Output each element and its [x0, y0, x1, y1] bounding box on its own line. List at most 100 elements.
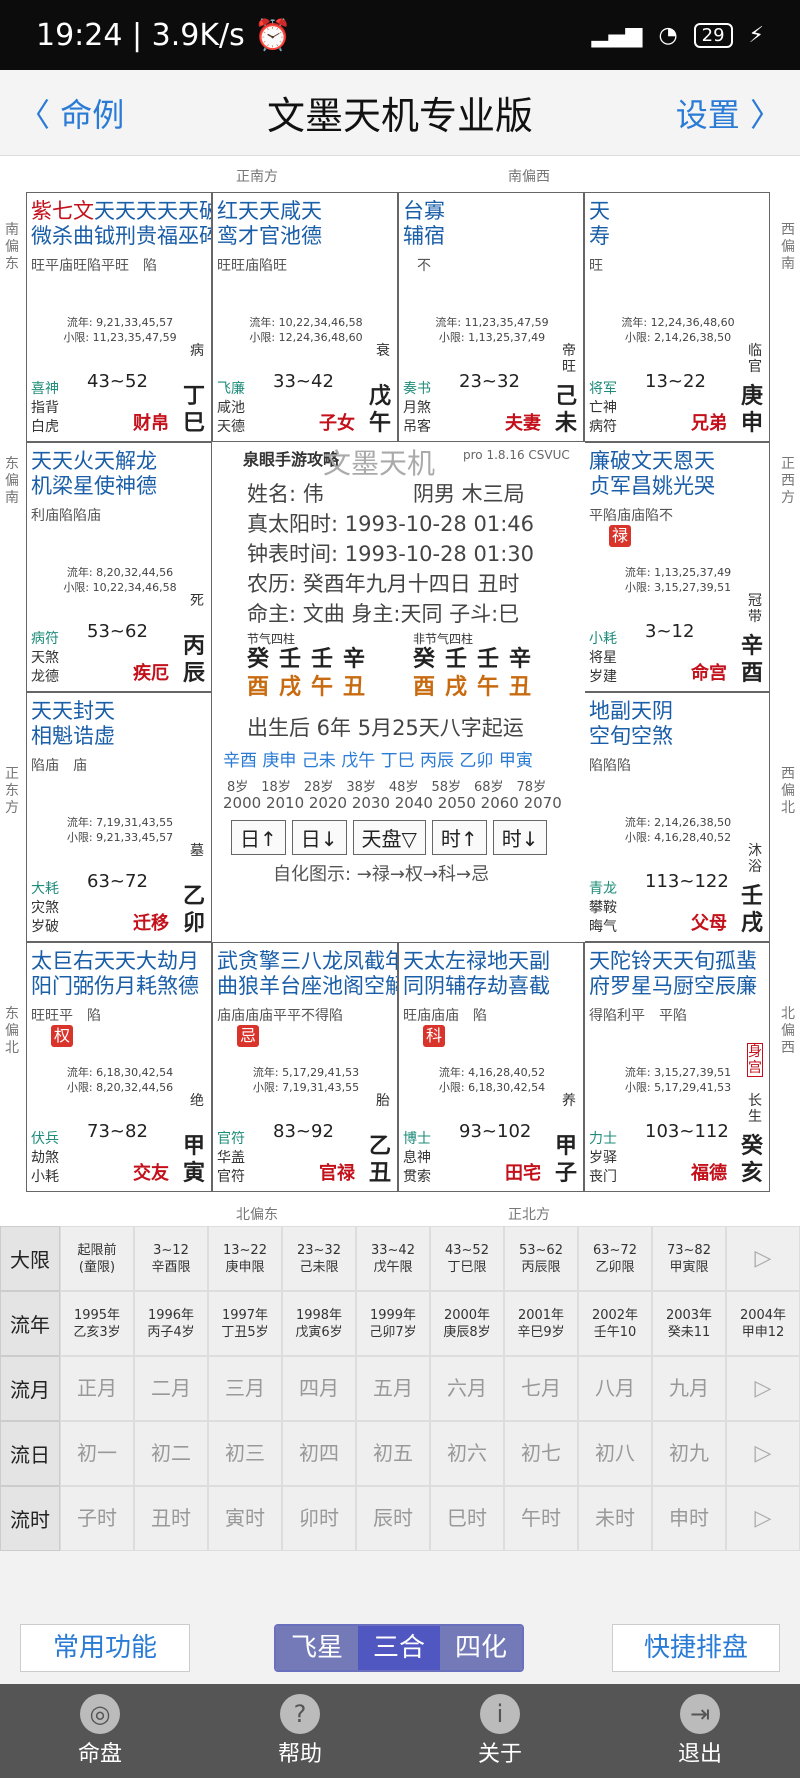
direction-label: 正北方 — [508, 1207, 550, 1223]
hour-down-button[interactable]: 时↓ — [492, 820, 548, 855]
period-row-header: 流时 — [0, 1486, 60, 1551]
period-cell[interactable]: 3~12 辛酉限 — [134, 1226, 208, 1291]
period-cell[interactable]: 43~52 丁巳限 — [430, 1226, 504, 1291]
period-cell[interactable]: 正月 — [60, 1356, 134, 1421]
period-cell[interactable]: 初六 — [430, 1421, 504, 1486]
palace-cell[interactable]: 天天火天解龙 机梁星使神德 利庙陷陷庙 流年: 8,20,32,44,56 小限: 10… — [26, 442, 212, 692]
tab-about[interactable]: i 关于 — [400, 1684, 600, 1778]
period-row-header: 流年 — [0, 1291, 60, 1356]
day-down-button[interactable]: 日↓ — [291, 820, 347, 855]
period-cell[interactable]: 辰时 — [356, 1486, 430, 1551]
period-cell[interactable]: 初一 — [60, 1421, 134, 1486]
period-cell[interactable]: 2003年 癸未11 — [652, 1291, 726, 1356]
period-cell[interactable]: 1998年 戊寅6岁 — [282, 1291, 356, 1356]
minor-stars: 红天天咸天 — [217, 199, 322, 223]
palace-cell[interactable]: 红天天咸天 鸾才官池德 旺旺庙陷旺 流年: 10,22,34,46,58 小限: 12,… — [212, 192, 398, 442]
tab-help[interactable]: ? 帮助 — [200, 1684, 400, 1778]
hour-up-button[interactable]: 时↑ — [431, 820, 487, 855]
period-cell[interactable]: 23~32 己未限 — [282, 1226, 356, 1291]
sanhe-tab[interactable]: 三合 — [358, 1626, 440, 1670]
period-cell[interactable]: 起限前 (童限) — [60, 1226, 134, 1291]
period-cell[interactable]: 巳时 — [430, 1486, 504, 1551]
tianpan-dropdown[interactable]: 天盘▽ — [352, 820, 426, 855]
period-cell[interactable]: 初四 — [282, 1421, 356, 1486]
palace-cell[interactable]: 天陀铃天天旬孤蜚 府罗星马厨空辰廉 得陷利平 平陷 流年: 3,15,27,39,51… — [584, 942, 770, 1192]
palace-cell[interactable]: 台寡 辅宿 不流年: 11,23,35,47,59 小限: 1,13,25,37,4… — [398, 192, 584, 442]
period-cell[interactable]: 初九 — [652, 1421, 726, 1486]
palace-cell[interactable]: 紫七文天天天天天破 微杀曲钺刑贵福巫碎 旺平庙旺陷平旺 陷流年: 9,21,33,4… — [26, 192, 212, 442]
palace-cell[interactable]: 地副天阴 空旬空煞 陷陷陷 流年: 2,14,26,38,50 小限: 4,16,28,… — [584, 692, 770, 942]
flying-star-tab[interactable]: 飞星 — [276, 1626, 358, 1670]
period-cell[interactable]: 2000年 庚辰8岁 — [430, 1291, 504, 1356]
period-cell[interactable]: 申时 — [652, 1486, 726, 1551]
decade-range: 13~22 — [645, 371, 706, 392]
period-cell[interactable]: 53~62 丙辰限 — [504, 1226, 578, 1291]
period-cell[interactable]: 63~72 乙卯限 — [578, 1226, 652, 1291]
period-cell[interactable]: 九月 — [652, 1356, 726, 1421]
chevron-right-icon: 〉 — [739, 95, 782, 134]
palace-cell[interactable]: 太巨右天天大劫月 阳门弼伤月耗煞德 旺旺平 陷流年: 6,18,30,42,54 小限… — [26, 942, 212, 1192]
period-cell[interactable]: 四月 — [282, 1356, 356, 1421]
back-button[interactable]: 〈 命例 — [18, 90, 124, 136]
watermark: 文墨天机 — [323, 447, 436, 480]
palace-name: 福德 — [691, 1163, 727, 1184]
flow-years: 流年: 9,21,33,45,57 小限: 11,23,35,47,59 — [63, 316, 177, 344]
next-arrow-icon[interactable]: ▷ — [726, 1226, 800, 1291]
period-cell[interactable]: 八月 — [578, 1356, 652, 1421]
period-cell[interactable]: 2004年 甲申12 — [726, 1291, 800, 1356]
period-cell[interactable]: 1997年 丁丑5岁 — [208, 1291, 282, 1356]
next-arrow-icon[interactable]: ▷ — [726, 1421, 800, 1486]
period-cell[interactable]: 初二 — [134, 1421, 208, 1486]
star-row-bottom: 阳门弼伤月耗煞德 — [31, 974, 199, 998]
dayun-ages: 8岁 18岁 28岁 38岁 48岁 58岁 68岁 78岁 — [227, 780, 547, 795]
sihua-tab[interactable]: 四化 — [440, 1626, 522, 1670]
settings-button[interactable]: 设置 〉 — [676, 90, 782, 136]
palace-cell[interactable]: 天天封天 相魁诰虚 陷庙 庙流年: 7,19,31,43,55 小限: 9,21,33… — [26, 692, 212, 942]
common-functions-button[interactable]: 常用功能 — [20, 1624, 190, 1672]
period-cell[interactable]: 七月 — [504, 1356, 578, 1421]
period-cell[interactable]: 午时 — [504, 1486, 578, 1551]
palace-ganzhi: 丙辰 — [183, 634, 206, 686]
palace-cell[interactable]: 武贪擎三八龙凤截年华曲狼羊台座池阁空解盖庙庙庙庙平平不得陷流年: 5,17,29… — [212, 942, 398, 1192]
astrology-chart[interactable]: 正南方 南偏西 北偏东 正北方 南偏东 东偏南 正东方 东偏北 西偏南 正西方 … — [0, 156, 800, 1226]
period-cell[interactable]: 初三 — [208, 1421, 282, 1486]
minor-stars: 天陀铃天天旬孤蜚 — [589, 949, 757, 973]
next-arrow-icon[interactable]: ▷ — [726, 1486, 800, 1551]
palace-cell[interactable]: 廉破文天恩天 贞军昌姚光哭 平陷庙庙陷不 流年: 1,13,25,37,49 小限: 3… — [584, 442, 770, 692]
star-list: 台寡 辅宿 — [403, 199, 445, 249]
period-cell[interactable]: 13~22 庚申限 — [208, 1226, 282, 1291]
period-cell[interactable]: 初五 — [356, 1421, 430, 1486]
palace-cell[interactable]: 天寿旺流年: 12,24,36,48,60 小限: 2,14,26,38,50 13… — [584, 192, 770, 442]
period-cell[interactable]: 1996年 丙子4岁 — [134, 1291, 208, 1356]
period-cell[interactable]: 初八 — [578, 1421, 652, 1486]
minor-gods: 青龙 攀鞍 晦气 — [589, 881, 617, 935]
alarm-icon: ⏰ — [244, 17, 292, 53]
tab-exit[interactable]: ⇥ 退出 — [600, 1684, 800, 1778]
period-cell[interactable]: 未时 — [578, 1486, 652, 1551]
period-cell[interactable]: 卯时 — [282, 1486, 356, 1551]
day-up-button[interactable]: 日↑ — [231, 820, 286, 855]
star-row-bottom: 贞军昌姚光哭 — [589, 474, 715, 498]
period-cell[interactable]: 丑时 — [134, 1486, 208, 1551]
palace-cell[interactable]: 天太左禄地天副 同阴辅存劫喜截 旺庙庙庙 陷流年: 4,16,28,40,52 小限:… — [398, 942, 584, 1192]
palace-ganzhi: 乙丑 — [369, 1134, 392, 1186]
next-arrow-icon[interactable]: ▷ — [726, 1356, 800, 1421]
period-cell[interactable]: 子时 — [60, 1486, 134, 1551]
period-cell[interactable]: 三月 — [208, 1356, 282, 1421]
period-cell[interactable]: 1995年 乙亥3岁 — [60, 1291, 134, 1356]
period-cell[interactable]: 初七 — [504, 1421, 578, 1486]
tab-chart[interactable]: ◎ 命盘 — [0, 1684, 200, 1778]
period-cell[interactable]: 33~42 戊午限 — [356, 1226, 430, 1291]
period-cell[interactable]: 73~82 甲寅限 — [652, 1226, 726, 1291]
star-row-bottom: 辅宿 — [403, 224, 445, 248]
direction-label: 东偏南 — [5, 456, 19, 506]
period-cell[interactable]: 2001年 辛巳9岁 — [504, 1291, 578, 1356]
direction-label: 北偏西 — [781, 1006, 795, 1056]
period-cell[interactable]: 1999年 己卯7岁 — [356, 1291, 430, 1356]
period-cell[interactable]: 六月 — [430, 1356, 504, 1421]
quick-chart-button[interactable]: 快捷排盘 — [612, 1624, 780, 1672]
period-cell[interactable]: 二月 — [134, 1356, 208, 1421]
period-cell[interactable]: 五月 — [356, 1356, 430, 1421]
period-cell[interactable]: 寅时 — [208, 1486, 282, 1551]
period-cell[interactable]: 2002年 壬午10 — [578, 1291, 652, 1356]
